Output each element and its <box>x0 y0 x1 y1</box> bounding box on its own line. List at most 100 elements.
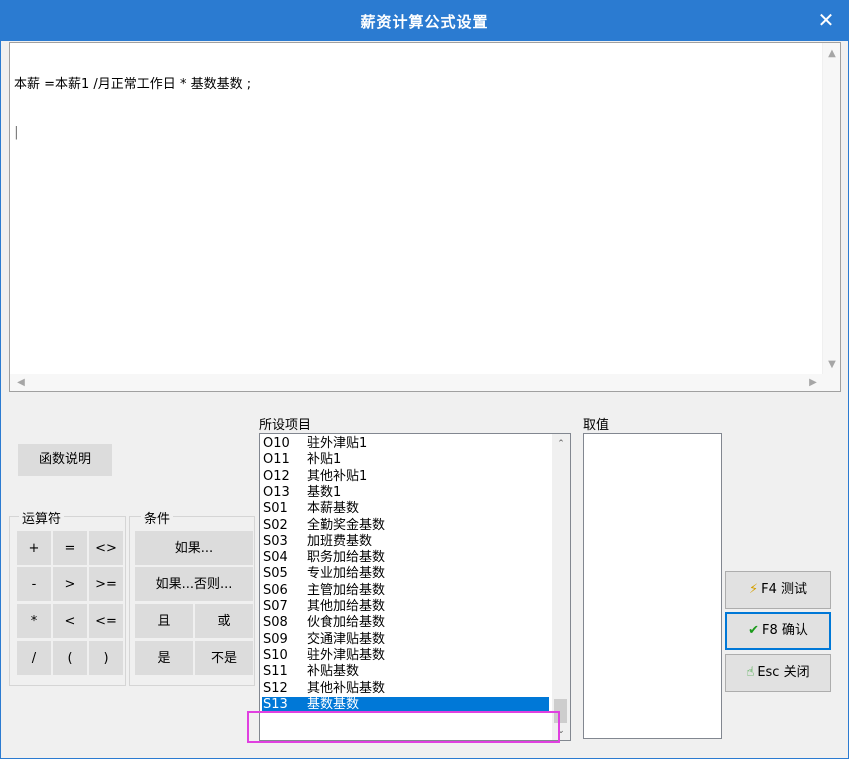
editor-vertical-scrollbar[interactable]: ▲ ▼ <box>822 43 840 375</box>
items-scrollbar[interactable]: ⌃ ⌄ <box>552 434 570 740</box>
item-code: S01 <box>263 501 288 517</box>
operator-button[interactable]: ) <box>89 641 123 675</box>
item-name: 基数基数 <box>307 696 360 712</box>
confirm-button[interactable]: ✔ F8 确认 <box>725 612 831 650</box>
running-man-icon: ☝ <box>746 665 755 680</box>
item-code: S13 <box>263 696 288 712</box>
scroll-right-icon[interactable]: ▶ <box>804 374 822 391</box>
list-item[interactable]: S06 主管加给基数 <box>263 583 385 598</box>
list-item[interactable]: S01 本薪基数 <box>263 501 359 516</box>
operator-button[interactable]: ( <box>53 641 87 675</box>
item-name: 加班费基数 <box>307 533 373 549</box>
item-name: 本薪基数 <box>307 501 360 517</box>
item-code: S03 <box>263 533 288 549</box>
list-item[interactable]: S02 全勤奖金基数 <box>263 518 385 533</box>
item-name: 其他加给基数 <box>307 599 386 614</box>
formula-text[interactable]: 本薪 =本薪1 /月正常工作日 * 基数基数 ; | <box>14 45 814 373</box>
operator-button[interactable]: >= <box>89 567 123 601</box>
operator-button[interactable]: < <box>53 604 87 638</box>
item-name: 专业加给基数 <box>307 566 386 582</box>
scroll-up-icon[interactable]: ⌃ <box>552 436 570 453</box>
confirm-button-label: F8 确认 <box>762 623 808 638</box>
item-code: S09 <box>263 631 288 647</box>
item-code: S07 <box>263 599 288 614</box>
scroll-up-icon[interactable]: ▲ <box>823 45 841 62</box>
list-item[interactable]: O11 补贴1 <box>263 452 341 467</box>
item-name: 驻外津贴基数 <box>307 647 386 663</box>
item-name: 其他补贴1 <box>307 468 368 484</box>
close-button[interactable]: ☝ Esc 关闭 <box>725 654 831 692</box>
item-name: 职务加给基数 <box>307 550 386 566</box>
operator-button[interactable]: = <box>53 531 87 565</box>
if-else-button[interactable]: 如果...否则... <box>135 567 253 601</box>
item-code: O13 <box>263 484 290 500</box>
formula-editor[interactable]: 本薪 =本薪1 /月正常工作日 * 基数基数 ; | ▲ ▼ ◀ ▶ <box>9 42 841 392</box>
not-button[interactable]: 不是 <box>195 641 253 675</box>
operator-button[interactable]: * <box>17 604 51 638</box>
list-item[interactable]: O13 基数1 <box>263 485 341 500</box>
operator-button[interactable]: > <box>53 567 87 601</box>
list-item[interactable]: S11 补贴基数 <box>263 664 359 679</box>
conditions-group-label: 条件 <box>141 508 174 527</box>
item-name: 其他补贴基数 <box>307 680 386 696</box>
operator-button[interactable]: <> <box>89 531 123 565</box>
item-name: 基数1 <box>307 484 342 500</box>
item-name: 补贴基数 <box>307 664 360 680</box>
list-item[interactable]: S12 其他补贴基数 <box>263 681 385 696</box>
list-item[interactable]: S03 加班费基数 <box>263 534 372 549</box>
test-button[interactable]: ⚡ F4 测试 <box>725 571 831 609</box>
operator-button[interactable]: / <box>17 641 51 675</box>
close-icon[interactable]: ✕ <box>804 1 848 41</box>
operator-button[interactable]: - <box>17 567 51 601</box>
operator-button[interactable]: <= <box>89 604 123 638</box>
if-button[interactable]: 如果... <box>135 531 253 565</box>
dialog-title: 薪资计算公式设置 <box>360 13 489 31</box>
item-name: 驻外津贴1 <box>307 436 368 451</box>
value-listbox[interactable] <box>583 433 722 739</box>
formula-dialog: 薪资计算公式设置 ✕ 本薪 =本薪1 /月正常工作日 * 基数基数 ; | ▲ … <box>0 0 849 759</box>
caret: | <box>14 125 19 140</box>
item-code: S08 <box>263 615 288 631</box>
function-help-button[interactable]: 函数说明 <box>18 444 112 476</box>
operators-group-label: 运算符 <box>19 508 65 527</box>
value-label: 取值 <box>583 418 610 433</box>
list-item[interactable]: O12 其他补贴1 <box>263 469 367 484</box>
item-code: O11 <box>263 452 290 468</box>
test-button-label: F4 测试 <box>761 582 808 597</box>
item-code: O10 <box>263 436 290 451</box>
item-code: S02 <box>263 517 288 533</box>
or-button[interactable]: 或 <box>195 604 253 638</box>
item-code: S06 <box>263 582 288 598</box>
items-listbox[interactable]: O10 驻外津贴1 O11 补贴1 O12 其他补贴1 O13 基数1 S01 本薪基数 S02 全勤… <box>259 433 571 741</box>
scroll-down-icon[interactable]: ⌄ <box>552 723 570 740</box>
list-item[interactable]: S04 职务加给基数 <box>263 550 385 565</box>
list-item[interactable]: S09 交通津贴基数 <box>263 632 385 647</box>
item-code: O12 <box>263 468 290 484</box>
item-name: 补贴1 <box>307 452 342 468</box>
operator-button[interactable]: + <box>17 531 51 565</box>
scroll-thumb[interactable] <box>554 699 567 723</box>
item-name: 交通津贴基数 <box>307 631 386 647</box>
yes-button[interactable]: 是 <box>135 641 193 675</box>
item-code: S04 <box>263 550 288 566</box>
item-name: 全勤奖金基数 <box>307 517 386 533</box>
list-item[interactable]: S05 专业加给基数 <box>263 566 385 581</box>
list-item[interactable]: S08 伙食加给基数 <box>263 615 385 630</box>
scroll-down-icon[interactable]: ▼ <box>823 356 841 373</box>
editor-horizontal-scrollbar[interactable]: ◀ ▶ <box>10 374 840 391</box>
item-code: S11 <box>263 664 288 680</box>
item-name: 伙食加给基数 <box>307 615 386 631</box>
list-item[interactable]: S07 其他加给基数 <box>263 599 385 614</box>
scroll-left-icon[interactable]: ◀ <box>12 374 30 391</box>
item-code: S05 <box>263 566 288 582</box>
item-code: S10 <box>263 647 288 663</box>
list-item[interactable]: O10 驻外津贴1 <box>263 436 367 451</box>
item-name: 主管加给基数 <box>307 582 386 598</box>
close-button-label: Esc 关闭 <box>757 665 810 680</box>
list-item[interactable]: S13 基数基数 <box>262 696 549 712</box>
checkmark-icon: ✔ <box>748 623 759 638</box>
list-item[interactable]: S10 驻外津贴基数 <box>263 648 385 663</box>
and-button[interactable]: 且 <box>135 604 193 638</box>
title-bar[interactable]: 薪资计算公式设置 ✕ <box>1 1 848 41</box>
item-code: S12 <box>263 680 288 696</box>
